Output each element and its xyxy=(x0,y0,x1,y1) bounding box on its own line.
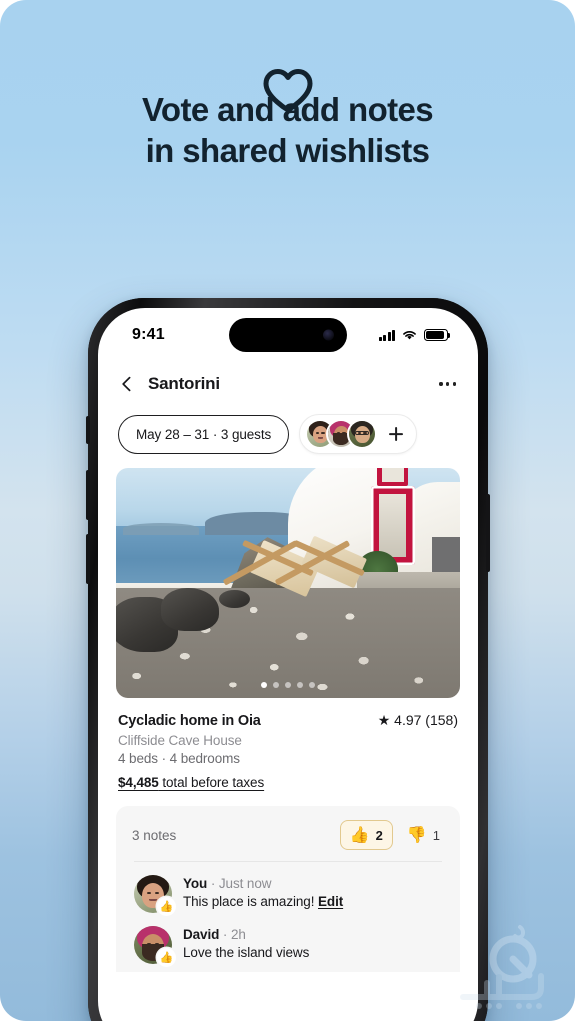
thumbs-down-button[interactable]: 👎 1 xyxy=(403,821,444,849)
price-suffix: total before taxes xyxy=(158,775,265,790)
heart-outline-icon xyxy=(0,0,575,113)
page-title-line-1: Vote and add notes xyxy=(141,91,434,128)
phone-screen: 9:41 Santorini May 28 – 31 · 3 guests Cy… xyxy=(98,308,478,1021)
reaction-badge: 👍 xyxy=(157,897,176,916)
note-separator: · xyxy=(207,876,219,891)
notes-count-label: 3 notes xyxy=(132,827,177,843)
listing-info: Cycladic home in Oia ★ 4.97 (158) Cliffs… xyxy=(98,698,478,790)
add-member-button[interactable] xyxy=(386,424,406,444)
avatar[interactable]: 👍 xyxy=(134,926,176,967)
notes-card: 3 notes 👍 2 👎 1 👍 You · Just now This pl… xyxy=(116,806,460,972)
front-camera-icon xyxy=(323,329,334,341)
app-bar-title: Santorini xyxy=(148,374,220,393)
dynamic-island xyxy=(229,318,347,352)
rating-value: 4.97 (158) xyxy=(394,712,458,728)
thumbs-down-count: 1 xyxy=(432,827,440,843)
volume-down-button[interactable] xyxy=(86,534,90,584)
vote-controls: 👍 2 👎 1 xyxy=(339,820,444,850)
status-bar-time: 9:41 xyxy=(132,326,165,343)
status-bar-indicators xyxy=(378,329,451,341)
status-bar: 9:41 xyxy=(98,308,478,362)
thumbs-down-icon: 👎 xyxy=(406,827,427,844)
thumbs-up-count: 2 xyxy=(375,827,383,843)
listing-subtitle: Cliffside Cave House xyxy=(118,733,242,748)
page-title: Vote and add notes in shared wishlists xyxy=(0,90,575,171)
hero-section: Vote and add notes in shared wishlists xyxy=(0,0,575,171)
list-item[interactable]: 👍 You · Just now This place is amazing! … xyxy=(132,862,444,916)
filter-row: May 28 – 31 · 3 guests xyxy=(98,406,478,468)
page-title-line-2: in shared wishlists xyxy=(145,131,430,169)
volume-up-button[interactable] xyxy=(86,470,90,520)
note-separator: · xyxy=(219,927,231,942)
listing-details: 4 beds · 4 bedrooms xyxy=(118,751,240,766)
listing-price[interactable]: $4,485 total before taxes xyxy=(118,775,458,790)
note-author: David xyxy=(183,927,220,942)
note-author: You xyxy=(183,876,208,891)
listing-rating: ★ 4.97 (158) xyxy=(378,712,458,729)
note-text: This place is amazing! xyxy=(183,894,319,909)
app-bar: Santorini xyxy=(98,362,478,406)
avatar[interactable]: 👍 xyxy=(134,875,176,916)
phone-mockup: 9:41 Santorini May 28 – 31 · 3 guests Cy… xyxy=(86,298,490,1021)
note-time: 2h xyxy=(230,927,246,942)
note-time: Just now xyxy=(218,876,272,891)
note-text: Love the island views xyxy=(183,945,310,960)
avatar[interactable] xyxy=(347,419,378,449)
cellular-signal-icon xyxy=(378,329,395,341)
power-button[interactable] xyxy=(486,494,490,572)
promo-screen: Vote and add notes in shared wishlists 9… xyxy=(0,0,575,1021)
more-options-icon[interactable] xyxy=(439,376,456,391)
listing-photo[interactable] xyxy=(116,468,460,698)
chevron-left-icon[interactable] xyxy=(118,375,136,393)
battery-full-icon xyxy=(424,329,451,341)
silent-switch[interactable] xyxy=(86,416,90,444)
notes-header: 3 notes 👍 2 👎 1 xyxy=(132,820,444,850)
date-guests-pill[interactable]: May 28 – 31 · 3 guests xyxy=(118,414,290,454)
members-pill[interactable] xyxy=(299,414,418,454)
photo-carousel-dots[interactable] xyxy=(116,682,460,688)
price-amount: $4,485 xyxy=(118,775,159,790)
star-icon: ★ xyxy=(377,712,391,728)
wifi-icon xyxy=(403,330,416,340)
edit-note-link[interactable]: Edit xyxy=(318,894,343,909)
listing-title: Cycladic home in Oia xyxy=(118,713,261,729)
santorini-patio-photo xyxy=(116,468,460,698)
list-item[interactable]: 👍 David · 2h Love the island views xyxy=(132,913,444,967)
thumbs-up-icon: 👍 xyxy=(349,827,370,844)
thumbs-up-button[interactable]: 👍 2 xyxy=(339,820,393,850)
reaction-badge: 👍 xyxy=(157,948,176,967)
